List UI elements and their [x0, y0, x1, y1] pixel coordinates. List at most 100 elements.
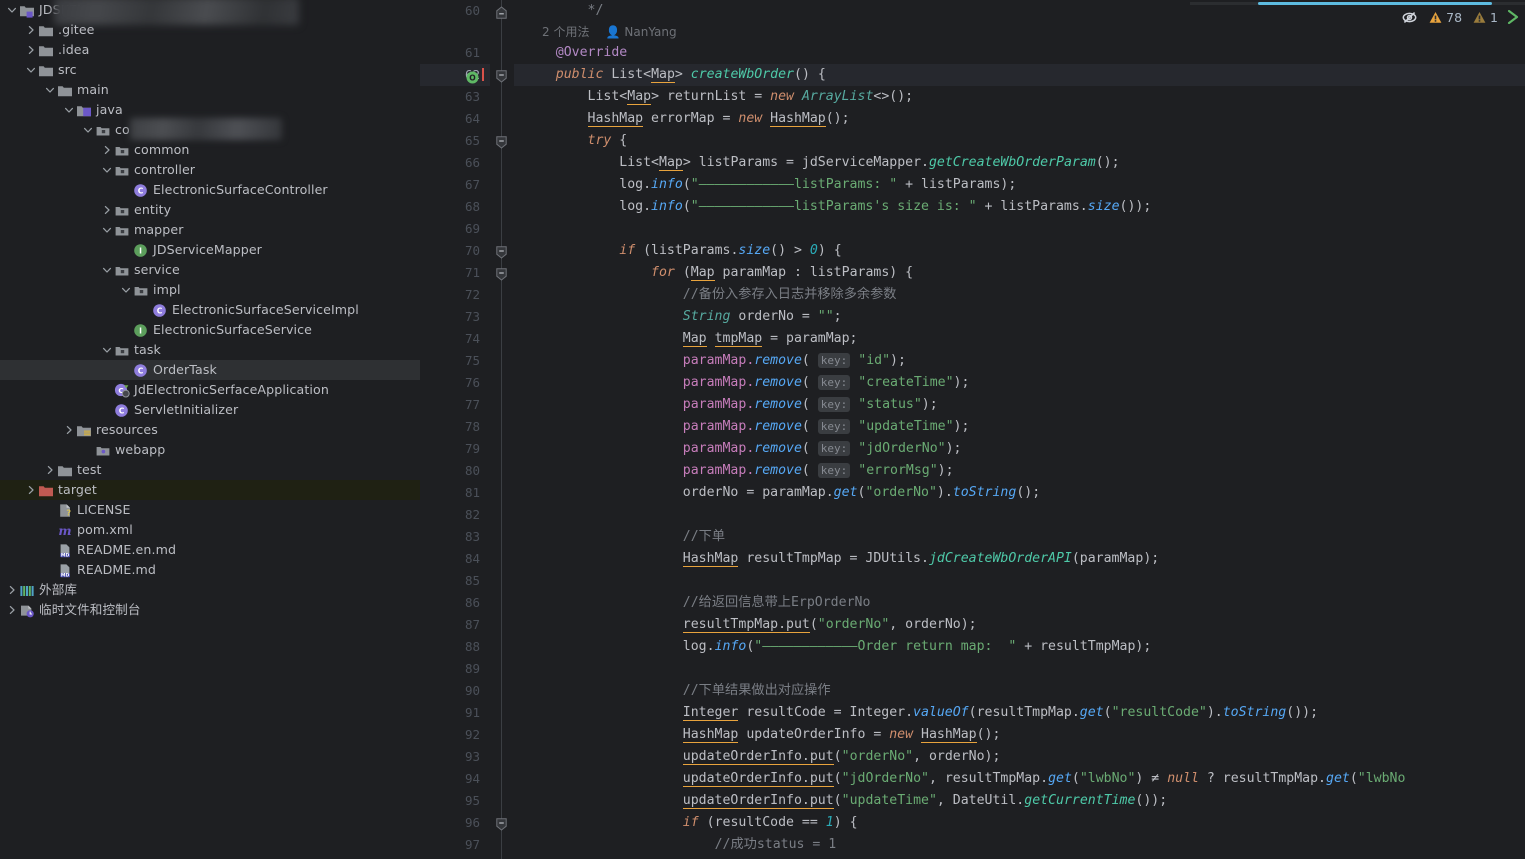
tree-item-license[interactable]: ? LICENSE	[0, 500, 420, 520]
code-line[interactable]: paramMap.remove( key: "jdOrderNo");	[524, 438, 961, 460]
tree-item-mapper[interactable]: mapper	[0, 220, 420, 240]
green-arrow-icon[interactable]	[1507, 10, 1519, 24]
fold-collapse-icon[interactable]	[496, 266, 507, 281]
code-line[interactable]: Map tmpMap = paramMap;	[524, 328, 858, 350]
tree-item--idea[interactable]: .idea	[0, 40, 420, 60]
code-line[interactable]: paramMap.remove( key: "errorMsg");	[524, 460, 954, 482]
tree-item-java[interactable]: java	[0, 100, 420, 120]
chevron-right-icon[interactable]	[63, 420, 75, 440]
chevron-down-icon[interactable]	[82, 120, 94, 140]
fold-end-icon[interactable]	[496, 4, 507, 19]
code-line[interactable]: log.info("————————————listParams: " + li…	[524, 174, 1016, 196]
tree-item-task[interactable]: task	[0, 340, 420, 360]
chevron-down-icon[interactable]	[44, 80, 56, 100]
tree-item-electronicsurfaceserviceimpl[interactable]: C ElectronicSurfaceServiceImpl	[0, 300, 420, 320]
code-line[interactable]: paramMap.remove( key: "status");	[524, 394, 938, 416]
tree-item-resources[interactable]: resources	[0, 420, 420, 440]
code-line[interactable]: updateOrderInfo.put("updateTime", DateUt…	[524, 790, 1167, 812]
code-line[interactable]: paramMap.remove( key: "updateTime");	[524, 416, 969, 438]
code-line[interactable]: HashMap errorMap = new HashMap();	[524, 108, 850, 130]
code-line[interactable]: Integer resultCode = Integer.valueOf(res…	[524, 702, 1318, 724]
tree-item-webapp[interactable]: webapp	[0, 440, 420, 460]
tree-item-readme-en-md[interactable]: MD README.en.md	[0, 540, 420, 560]
tree-item-common[interactable]: common	[0, 140, 420, 160]
tree-item----[interactable]: 外部库	[0, 580, 420, 600]
tree-item-servletinitializer[interactable]: C ServletInitializer	[0, 400, 420, 420]
editor-gutter[interactable]: 606162O636465666768697071727374757677787…	[420, 0, 490, 859]
tree-item-src[interactable]: src	[0, 60, 420, 80]
code-line[interactable]: HashMap updateOrderInfo = new HashMap();	[524, 724, 1000, 746]
code-line[interactable]: paramMap.remove( key: "id");	[524, 350, 906, 372]
fold-collapse-icon[interactable]	[496, 816, 507, 831]
tree-item-service[interactable]: service	[0, 260, 420, 280]
code-line[interactable]: log.info("————————————listParams's size …	[524, 196, 1151, 218]
chevron-down-icon[interactable]	[101, 220, 113, 240]
chevron-down-icon[interactable]	[25, 60, 37, 80]
tree-item-co[interactable]: co	[0, 118, 420, 140]
tree-item---------[interactable]: 临时文件和控制台	[0, 600, 420, 620]
code-line[interactable]: HashMap resultTmpMap = JDUtils.jdCreateW…	[524, 548, 1159, 570]
chevron-down-icon[interactable]	[101, 160, 113, 180]
code-line[interactable]: log.info("————————————Order return map: …	[524, 636, 1151, 658]
chevron-right-icon[interactable]	[101, 140, 113, 160]
code-vision-usages[interactable]: 2 个用法	[542, 25, 589, 39]
inspection-status-bar[interactable]: 78 1	[1390, 4, 1519, 30]
code-line[interactable]: orderNo = paramMap.get("orderNo").toStri…	[524, 482, 1040, 504]
editor-fold-column[interactable]	[490, 0, 514, 859]
code-line[interactable]: String orderNo = "";	[524, 306, 842, 328]
chevron-right-icon[interactable]	[6, 600, 18, 620]
fold-collapse-icon[interactable]	[496, 68, 507, 83]
fold-collapse-icon[interactable]	[496, 244, 507, 259]
tree-item-ordertask[interactable]: C OrderTask	[0, 360, 420, 380]
code-vision-author[interactable]: NanYang	[624, 25, 676, 39]
fold-collapse-icon[interactable]	[496, 134, 507, 149]
code-line[interactable]: updateOrderInfo.put("orderNo", orderNo);	[524, 746, 1000, 768]
warning-count-item[interactable]: 78	[1429, 10, 1462, 25]
chevron-down-icon[interactable]	[63, 100, 75, 120]
code-line[interactable]: //下单	[524, 526, 725, 548]
run-gutter-icon[interactable]: O	[466, 69, 479, 84]
chevron-right-icon[interactable]	[25, 20, 37, 40]
tree-item-impl[interactable]: impl	[0, 280, 420, 300]
chevron-right-icon[interactable]	[44, 460, 56, 480]
code-line[interactable]: if (listParams.size() > 0) {	[524, 240, 841, 262]
code-line[interactable]: if (resultCode == 1) {	[524, 812, 858, 834]
code-line[interactable]: */	[524, 0, 604, 22]
tree-item-jdservicemapper[interactable]: I JDServiceMapper	[0, 240, 420, 260]
code-line[interactable]: try {	[524, 130, 628, 152]
chevron-right-icon[interactable]	[25, 480, 37, 500]
code-line[interactable]: for (Map paramMap : listParams) {	[524, 262, 913, 284]
code-line[interactable]: List<Map> returnList = new ArrayList<>()…	[524, 86, 913, 108]
code-line[interactable]: //备份入参存入日志并移除多余参数	[524, 284, 897, 306]
tree-item-jdelectronicserfaceapplication[interactable]: C JdElectronicSerfaceApplication	[0, 380, 420, 400]
tree-item-main[interactable]: main	[0, 80, 420, 100]
tree-item-entity[interactable]: entity	[0, 200, 420, 220]
chevron-down-icon[interactable]	[101, 260, 113, 280]
code-editor[interactable]: 606162O636465666768697071727374757677787…	[420, 0, 1525, 859]
tree-item-readme-md[interactable]: MD README.md	[0, 560, 420, 580]
chevron-down-icon[interactable]	[120, 280, 132, 300]
code-line[interactable]: updateOrderInfo.put("jdOrderNo", resultT…	[524, 768, 1405, 790]
project-tree-panel[interactable]: JDSKEle.gitee .idea srcmain java co common con…	[0, 0, 420, 859]
code-line[interactable]: List<Map> listParams = jdServiceMapper.g…	[524, 152, 1120, 174]
code-line[interactable]: //给返回信息带上ErpOrderNo	[524, 592, 871, 614]
chevron-right-icon[interactable]	[25, 40, 37, 60]
tree-item-jdskele[interactable]: JDSKEle	[0, 0, 420, 25]
code-line[interactable]: resultTmpMap.put("orderNo", orderNo);	[524, 614, 977, 636]
tree-item-electronicsurfaceservice[interactable]: I ElectronicSurfaceService	[0, 320, 420, 340]
code-line[interactable]: paramMap.remove( key: "createTime");	[524, 372, 969, 394]
code-line[interactable]: public List<Map> createWbOrder() {	[524, 64, 826, 86]
chevron-down-icon[interactable]	[6, 0, 18, 20]
chevron-right-icon[interactable]	[6, 580, 18, 600]
tree-item-test[interactable]: test	[0, 460, 420, 480]
code-vision-line[interactable]: 2 个用法 👤 NanYang	[542, 22, 677, 42]
editor-code-area[interactable]: */2 个用法 👤 NanYang @Override public List<Ma…	[514, 0, 1525, 859]
weak-warning-count-item[interactable]: 1	[1473, 10, 1498, 25]
chevron-down-icon[interactable]	[101, 340, 113, 360]
tree-item-electronicsurfacecontroller[interactable]: C ElectronicSurfaceController	[0, 180, 420, 200]
chevron-right-icon[interactable]	[101, 200, 113, 220]
code-line[interactable]: @Override	[524, 42, 627, 64]
code-line[interactable]: //成功status = 1	[524, 834, 837, 856]
tree-item-target[interactable]: target	[0, 480, 420, 500]
tree-item-pom-xml[interactable]: m pom.xml	[0, 520, 420, 540]
